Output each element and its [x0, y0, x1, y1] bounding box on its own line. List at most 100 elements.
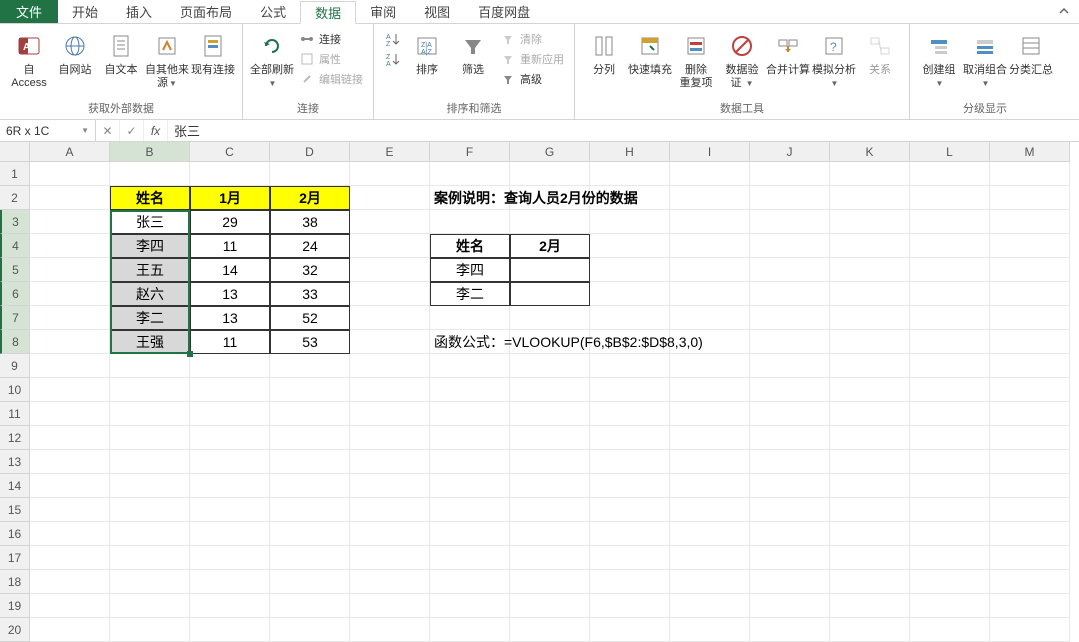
cell[interactable]	[830, 282, 910, 306]
cell[interactable]	[830, 450, 910, 474]
cell[interactable]: 29	[190, 210, 270, 234]
cell[interactable]	[270, 618, 350, 642]
row-header[interactable]: 3	[0, 210, 30, 234]
cell[interactable]	[990, 594, 1070, 618]
cell[interactable]	[350, 522, 430, 546]
cell[interactable]	[750, 618, 830, 642]
file-tab[interactable]: 文件	[0, 0, 58, 23]
cell[interactable]	[590, 162, 670, 186]
cell[interactable]	[30, 378, 110, 402]
cell[interactable]	[190, 594, 270, 618]
cell[interactable]	[350, 330, 430, 354]
cell[interactable]	[990, 618, 1070, 642]
cell[interactable]	[110, 162, 190, 186]
col-header[interactable]: F	[430, 142, 510, 162]
cell[interactable]	[990, 354, 1070, 378]
cell[interactable]	[30, 282, 110, 306]
cell[interactable]	[350, 594, 430, 618]
tab-view[interactable]: 视图	[410, 0, 464, 23]
row-header[interactable]: 16	[0, 522, 30, 546]
cell[interactable]	[910, 402, 990, 426]
cell[interactable]	[830, 354, 910, 378]
cell[interactable]	[670, 522, 750, 546]
advanced-button[interactable]: 高级	[496, 70, 568, 88]
cell[interactable]	[190, 450, 270, 474]
cell[interactable]: 王强	[110, 330, 190, 354]
tab-baidu[interactable]: 百度网盘	[464, 0, 544, 23]
cell[interactable]: 2月	[270, 186, 350, 210]
cell[interactable]	[830, 306, 910, 330]
cell[interactable]	[750, 210, 830, 234]
row-header[interactable]: 15	[0, 498, 30, 522]
cell[interactable]	[910, 282, 990, 306]
cell[interactable]	[750, 498, 830, 522]
cell[interactable]	[830, 210, 910, 234]
from-other-button[interactable]: 自其他来源▼	[144, 28, 190, 90]
row-header[interactable]: 18	[0, 570, 30, 594]
cell[interactable]	[910, 306, 990, 330]
cell[interactable]	[910, 474, 990, 498]
cell[interactable]	[30, 474, 110, 498]
col-header[interactable]: M	[990, 142, 1070, 162]
cell[interactable]	[350, 378, 430, 402]
cell[interactable]	[990, 330, 1070, 354]
cell[interactable]	[910, 354, 990, 378]
cell[interactable]	[750, 426, 830, 450]
cell[interactable]: 王五	[110, 258, 190, 282]
relationships-button[interactable]: 关系	[857, 28, 903, 77]
cell[interactable]: 13	[190, 282, 270, 306]
cell[interactable]	[30, 522, 110, 546]
ungroup-button[interactable]: 取消组合▼	[962, 28, 1008, 90]
cell[interactable]	[350, 402, 430, 426]
cell[interactable]: 姓名	[430, 234, 510, 258]
cell[interactable]	[350, 354, 430, 378]
cell[interactable]	[270, 426, 350, 450]
cell[interactable]	[110, 546, 190, 570]
cell[interactable]	[110, 618, 190, 642]
cell[interactable]	[590, 450, 670, 474]
cell[interactable]	[830, 618, 910, 642]
cell[interactable]	[190, 426, 270, 450]
cell[interactable]	[590, 474, 670, 498]
cell[interactable]	[590, 378, 670, 402]
tab-page-layout[interactable]: 页面布局	[166, 0, 246, 23]
cell[interactable]	[510, 618, 590, 642]
cell[interactable]	[510, 378, 590, 402]
cell[interactable]	[430, 402, 510, 426]
cell[interactable]	[30, 594, 110, 618]
cell[interactable]	[430, 450, 510, 474]
cell[interactable]	[670, 450, 750, 474]
row-header[interactable]: 4	[0, 234, 30, 258]
cell[interactable]	[830, 570, 910, 594]
cell[interactable]	[430, 426, 510, 450]
consolidate-button[interactable]: 合并计算	[765, 28, 811, 77]
cell[interactable]	[350, 258, 430, 282]
cell[interactable]	[270, 498, 350, 522]
cell[interactable]	[350, 234, 430, 258]
subtotal-button[interactable]: 分类汇总	[1008, 28, 1054, 77]
cell[interactable]	[910, 234, 990, 258]
cell[interactable]	[670, 426, 750, 450]
cell[interactable]: 33	[270, 282, 350, 306]
cell[interactable]	[350, 474, 430, 498]
cell[interactable]	[350, 162, 430, 186]
cell[interactable]	[270, 474, 350, 498]
cell[interactable]	[750, 522, 830, 546]
cell[interactable]	[350, 306, 430, 330]
cell[interactable]	[510, 162, 590, 186]
cell[interactable]	[750, 306, 830, 330]
sort-asc-button[interactable]: AZ	[380, 30, 404, 48]
cell[interactable]	[670, 306, 750, 330]
cell[interactable]	[590, 546, 670, 570]
cell[interactable]	[990, 258, 1070, 282]
cell[interactable]	[430, 498, 510, 522]
row-header[interactable]: 1	[0, 162, 30, 186]
from-web-button[interactable]: 自网站	[52, 28, 98, 77]
sort-desc-button[interactable]: ZA	[380, 50, 404, 68]
ribbon-expand-icon[interactable]	[1049, 0, 1079, 23]
data-valid-button[interactable]: 数据验 证 ▼	[719, 28, 765, 90]
cell[interactable]	[910, 450, 990, 474]
cell[interactable]	[910, 186, 990, 210]
cell[interactable]	[670, 186, 750, 210]
cell[interactable]	[350, 546, 430, 570]
